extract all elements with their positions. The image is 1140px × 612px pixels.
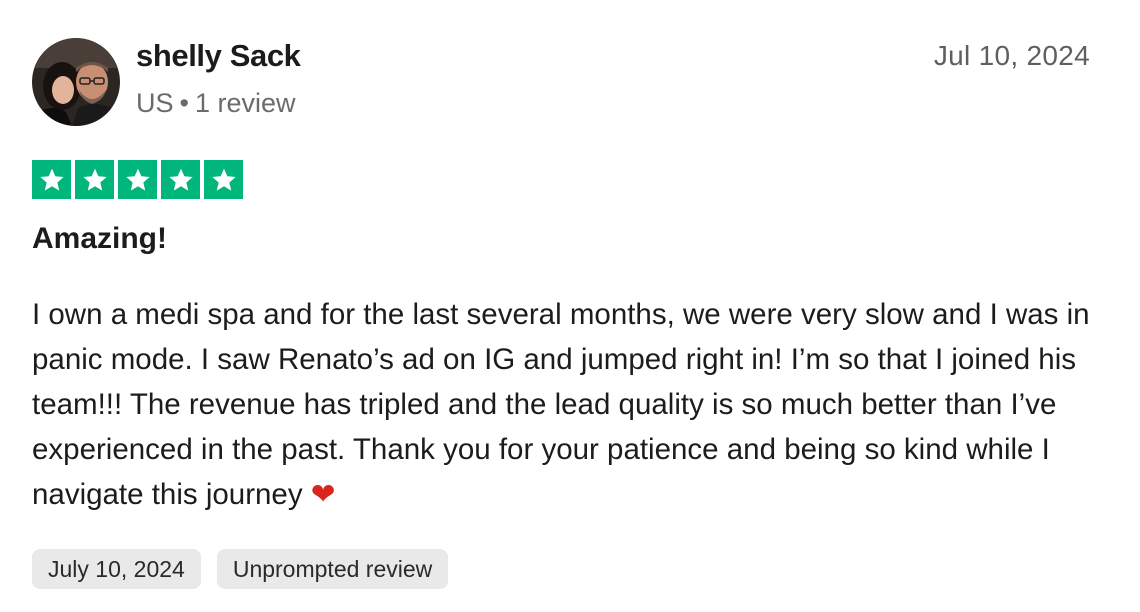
- review-title: Amazing!: [32, 222, 167, 255]
- unprompted-review-chip[interactable]: Unprompted review: [216, 549, 449, 589]
- experience-date-chip[interactable]: July 10, 2024: [32, 549, 201, 589]
- star-icon: [75, 160, 114, 199]
- star-icon: [161, 160, 200, 199]
- review-date: Jul 10, 2024: [933, 40, 1090, 71]
- review-card: shelly Sack US • 1 review Jul 10, 2024 Ama…: [0, 0, 1140, 612]
- reviewer-name[interactable]: shelly Sack: [136, 38, 301, 74]
- review-tags: July 10, 2024 Unprompted review: [32, 549, 449, 589]
- avatar-photo: [32, 38, 120, 126]
- reviewer-meta: US • 1 review: [136, 88, 296, 119]
- reviewer-review-count[interactable]: 1 review: [195, 88, 296, 118]
- reviewer-country: US: [136, 88, 174, 118]
- star-icon: [204, 160, 243, 199]
- star-rating: [32, 160, 243, 199]
- review-body-text: I own a medi spa and for the last severa…: [32, 298, 1090, 511]
- star-icon: [32, 160, 71, 199]
- meta-separator: •: [179, 88, 189, 118]
- reviewer-avatar[interactable]: [32, 38, 120, 126]
- heart-icon: ❤: [310, 478, 336, 511]
- review-body: I own a medi spa and for the last severa…: [32, 292, 1107, 517]
- star-icon: [118, 160, 157, 199]
